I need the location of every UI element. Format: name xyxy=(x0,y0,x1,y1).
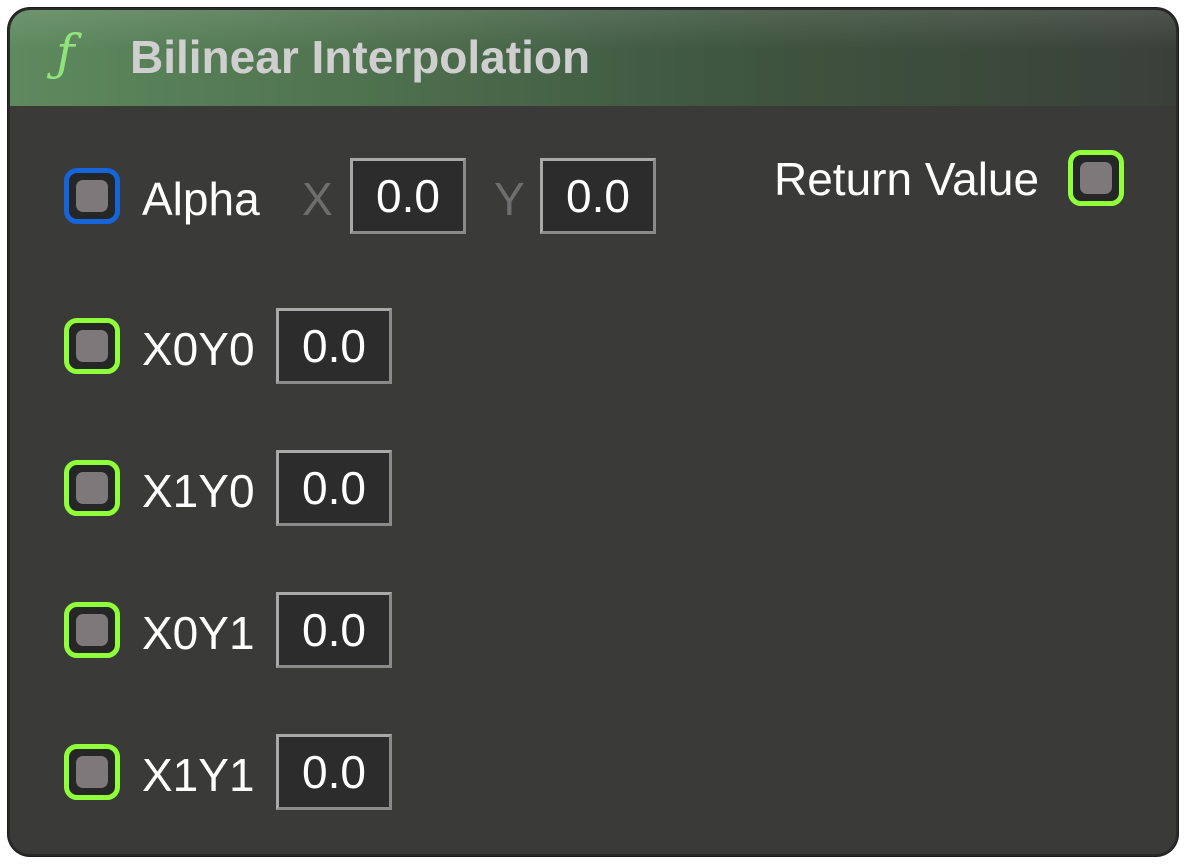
node-header[interactable]: ƒ Bilinear Interpolation xyxy=(10,10,1176,106)
x1y0-label: X1Y0 xyxy=(142,465,255,517)
function-icon: ƒ xyxy=(56,24,75,82)
x0y0-input-pin[interactable] xyxy=(64,318,120,374)
alpha-y-field[interactable]: 0.0 xyxy=(540,158,656,234)
blueprint-node[interactable]: ƒ Bilinear Interpolation Alpha X 0.0 Y 0… xyxy=(8,8,1178,856)
x0y1-field[interactable]: 0.0 xyxy=(276,592,392,668)
x0y0-label: X0Y0 xyxy=(142,323,255,375)
x0y0-field[interactable]: 0.0 xyxy=(276,308,392,384)
x0y1-label: X0Y1 xyxy=(142,607,255,659)
alpha-input-pin[interactable] xyxy=(64,168,120,224)
alpha-x-field[interactable]: 0.0 xyxy=(350,158,466,234)
return-value-label: Return Value xyxy=(774,153,1040,205)
x1y0-field[interactable]: 0.0 xyxy=(276,450,392,526)
x1y1-field[interactable]: 0.0 xyxy=(276,734,392,810)
x1y1-label: X1Y1 xyxy=(142,749,255,801)
x1y1-input-pin[interactable] xyxy=(64,744,120,800)
node-title: Bilinear Interpolation xyxy=(130,31,591,83)
x1y0-input-pin[interactable] xyxy=(64,460,120,516)
return-value-output-pin[interactable] xyxy=(1068,150,1124,206)
alpha-label: Alpha xyxy=(142,173,260,225)
alpha-x-label: X xyxy=(302,173,333,225)
alpha-y-label: Y xyxy=(494,173,525,225)
x0y1-input-pin[interactable] xyxy=(64,602,120,658)
